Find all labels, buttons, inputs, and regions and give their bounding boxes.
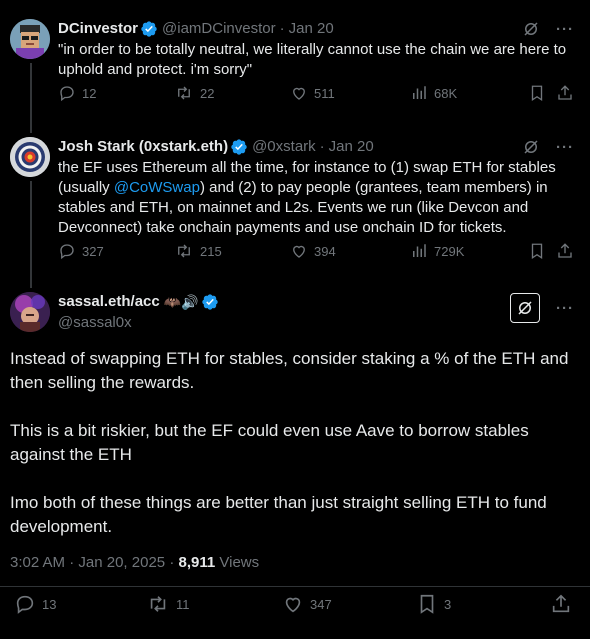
bookmark-icon[interactable] bbox=[528, 84, 546, 102]
avatar[interactable] bbox=[10, 137, 50, 177]
avatar[interactable] bbox=[10, 19, 50, 59]
like-count: 347 bbox=[310, 596, 332, 612]
thread-line bbox=[30, 181, 32, 288]
share-icon[interactable] bbox=[556, 84, 574, 102]
tweet-text: Instead of swapping ETH for stables, con… bbox=[10, 347, 580, 563]
like-icon bbox=[290, 84, 308, 102]
tweet-top-actions: ··· bbox=[522, 20, 574, 38]
reply-count: 13 bbox=[42, 596, 57, 612]
reply-count: 12 bbox=[82, 85, 97, 101]
retweet-icon bbox=[174, 84, 194, 102]
tweet-text: the EF uses Ethereum all the time, for i… bbox=[58, 158, 578, 238]
share-icon[interactable] bbox=[550, 593, 572, 615]
more-icon[interactable]: ··· bbox=[556, 21, 574, 38]
separator-dot: · bbox=[69, 554, 75, 571]
tweet-date[interactable]: Jan 20, 2025 bbox=[78, 554, 165, 571]
tweet-header: Josh Stark (0xstark.eth) @0xstark · Jan … bbox=[58, 137, 374, 157]
author-name[interactable]: sassal.eth/acc bbox=[58, 292, 160, 312]
author-name[interactable]: Josh Stark (0xstark.eth) bbox=[58, 137, 228, 157]
tweet-paragraph: Instead of swapping ETH for stables, con… bbox=[10, 349, 569, 392]
divider bbox=[0, 586, 590, 587]
views-count: 729K bbox=[434, 243, 465, 259]
separator-dot: · bbox=[319, 138, 325, 155]
author-handle[interactable]: @sassal0x bbox=[58, 313, 132, 333]
retweet-count: 11 bbox=[176, 596, 190, 612]
like-button[interactable]: 511 bbox=[290, 84, 335, 102]
verified-badge-icon bbox=[140, 20, 158, 38]
reply-icon bbox=[58, 84, 76, 102]
like-button[interactable]: 347 bbox=[282, 593, 332, 615]
author-handle[interactable]: @0xstark bbox=[252, 137, 316, 157]
verified-badge-icon bbox=[230, 138, 248, 156]
tweet-paragraph: This is a bit riskier, but the EF could … bbox=[10, 421, 529, 464]
reply-icon bbox=[58, 242, 76, 260]
retweet-button[interactable]: 22 bbox=[174, 84, 214, 102]
views-count: 68K bbox=[434, 85, 458, 101]
bookmark-icon[interactable] bbox=[528, 242, 546, 260]
separator-dot: · bbox=[279, 20, 285, 37]
grok-icon[interactable] bbox=[522, 20, 540, 38]
reply-button[interactable]: 12 bbox=[58, 84, 96, 102]
retweet-icon bbox=[174, 242, 194, 260]
author-name[interactable]: DCinvestor bbox=[58, 19, 138, 39]
tweet-paragraph: Imo both of these things are better than… bbox=[10, 493, 547, 536]
views-button[interactable]: 729K bbox=[410, 242, 464, 260]
like-count: 394 bbox=[314, 243, 336, 259]
tweet-top-actions: ··· bbox=[522, 138, 574, 156]
tweet-date[interactable]: Jan 20 bbox=[329, 137, 374, 157]
bookmark-icon bbox=[416, 593, 438, 615]
retweet-button[interactable]: 215 bbox=[174, 242, 222, 260]
share-icon[interactable] bbox=[556, 242, 574, 260]
tweet-header: DCinvestor @iamDCinvestor · Jan 20 bbox=[58, 19, 334, 39]
thread-line bbox=[30, 63, 32, 133]
more-icon[interactable]: ··· bbox=[556, 300, 574, 317]
views-count: 8,911 bbox=[178, 554, 216, 571]
like-icon bbox=[282, 593, 304, 615]
retweet-count: 215 bbox=[200, 243, 222, 259]
like-icon bbox=[290, 242, 308, 260]
author-handle[interactable]: @iamDCinvestor bbox=[162, 19, 276, 39]
tweet-text: "in order to be totally neutral, we lite… bbox=[58, 41, 567, 78]
retweet-icon bbox=[146, 593, 170, 615]
reply-button[interactable]: 13 bbox=[14, 593, 56, 615]
separator-dot: · bbox=[169, 554, 175, 571]
tweet-time[interactable]: 3:02 AM bbox=[10, 554, 65, 571]
views-icon bbox=[410, 84, 428, 102]
bookmark-count: 3 bbox=[444, 596, 452, 612]
like-count: 511 bbox=[314, 85, 335, 101]
retweet-count: 22 bbox=[200, 85, 215, 101]
tweet-header: sassal.eth/acc 🦇🔊 bbox=[58, 292, 219, 312]
grok-icon[interactable] bbox=[522, 138, 540, 156]
tweet-date[interactable]: Jan 20 bbox=[289, 19, 334, 39]
views-button[interactable]: 68K bbox=[410, 84, 457, 102]
retweet-button[interactable]: 11 bbox=[146, 593, 190, 615]
reply-icon bbox=[14, 593, 36, 615]
more-icon[interactable]: ··· bbox=[556, 139, 574, 156]
views-label: Views bbox=[219, 554, 260, 571]
tweet-top-actions: ··· bbox=[510, 293, 574, 323]
mention-link[interactable]: @CoWSwap bbox=[114, 179, 200, 196]
verified-badge-icon bbox=[201, 293, 219, 311]
tweet-timestamp: 3:02 AM · Jan 20, 2025 · 8,911 Views bbox=[10, 554, 259, 571]
views-icon bbox=[410, 242, 428, 260]
tweet-handle-row: @sassal0x bbox=[58, 313, 132, 333]
grok-icon[interactable] bbox=[510, 293, 540, 323]
like-button[interactable]: 394 bbox=[290, 242, 336, 260]
bookmark-button[interactable]: 3 bbox=[416, 593, 451, 615]
avatar[interactable] bbox=[10, 292, 50, 332]
reply-count: 327 bbox=[82, 243, 104, 259]
reply-button[interactable]: 327 bbox=[58, 242, 104, 260]
name-emoji: 🦇🔊 bbox=[163, 294, 199, 310]
